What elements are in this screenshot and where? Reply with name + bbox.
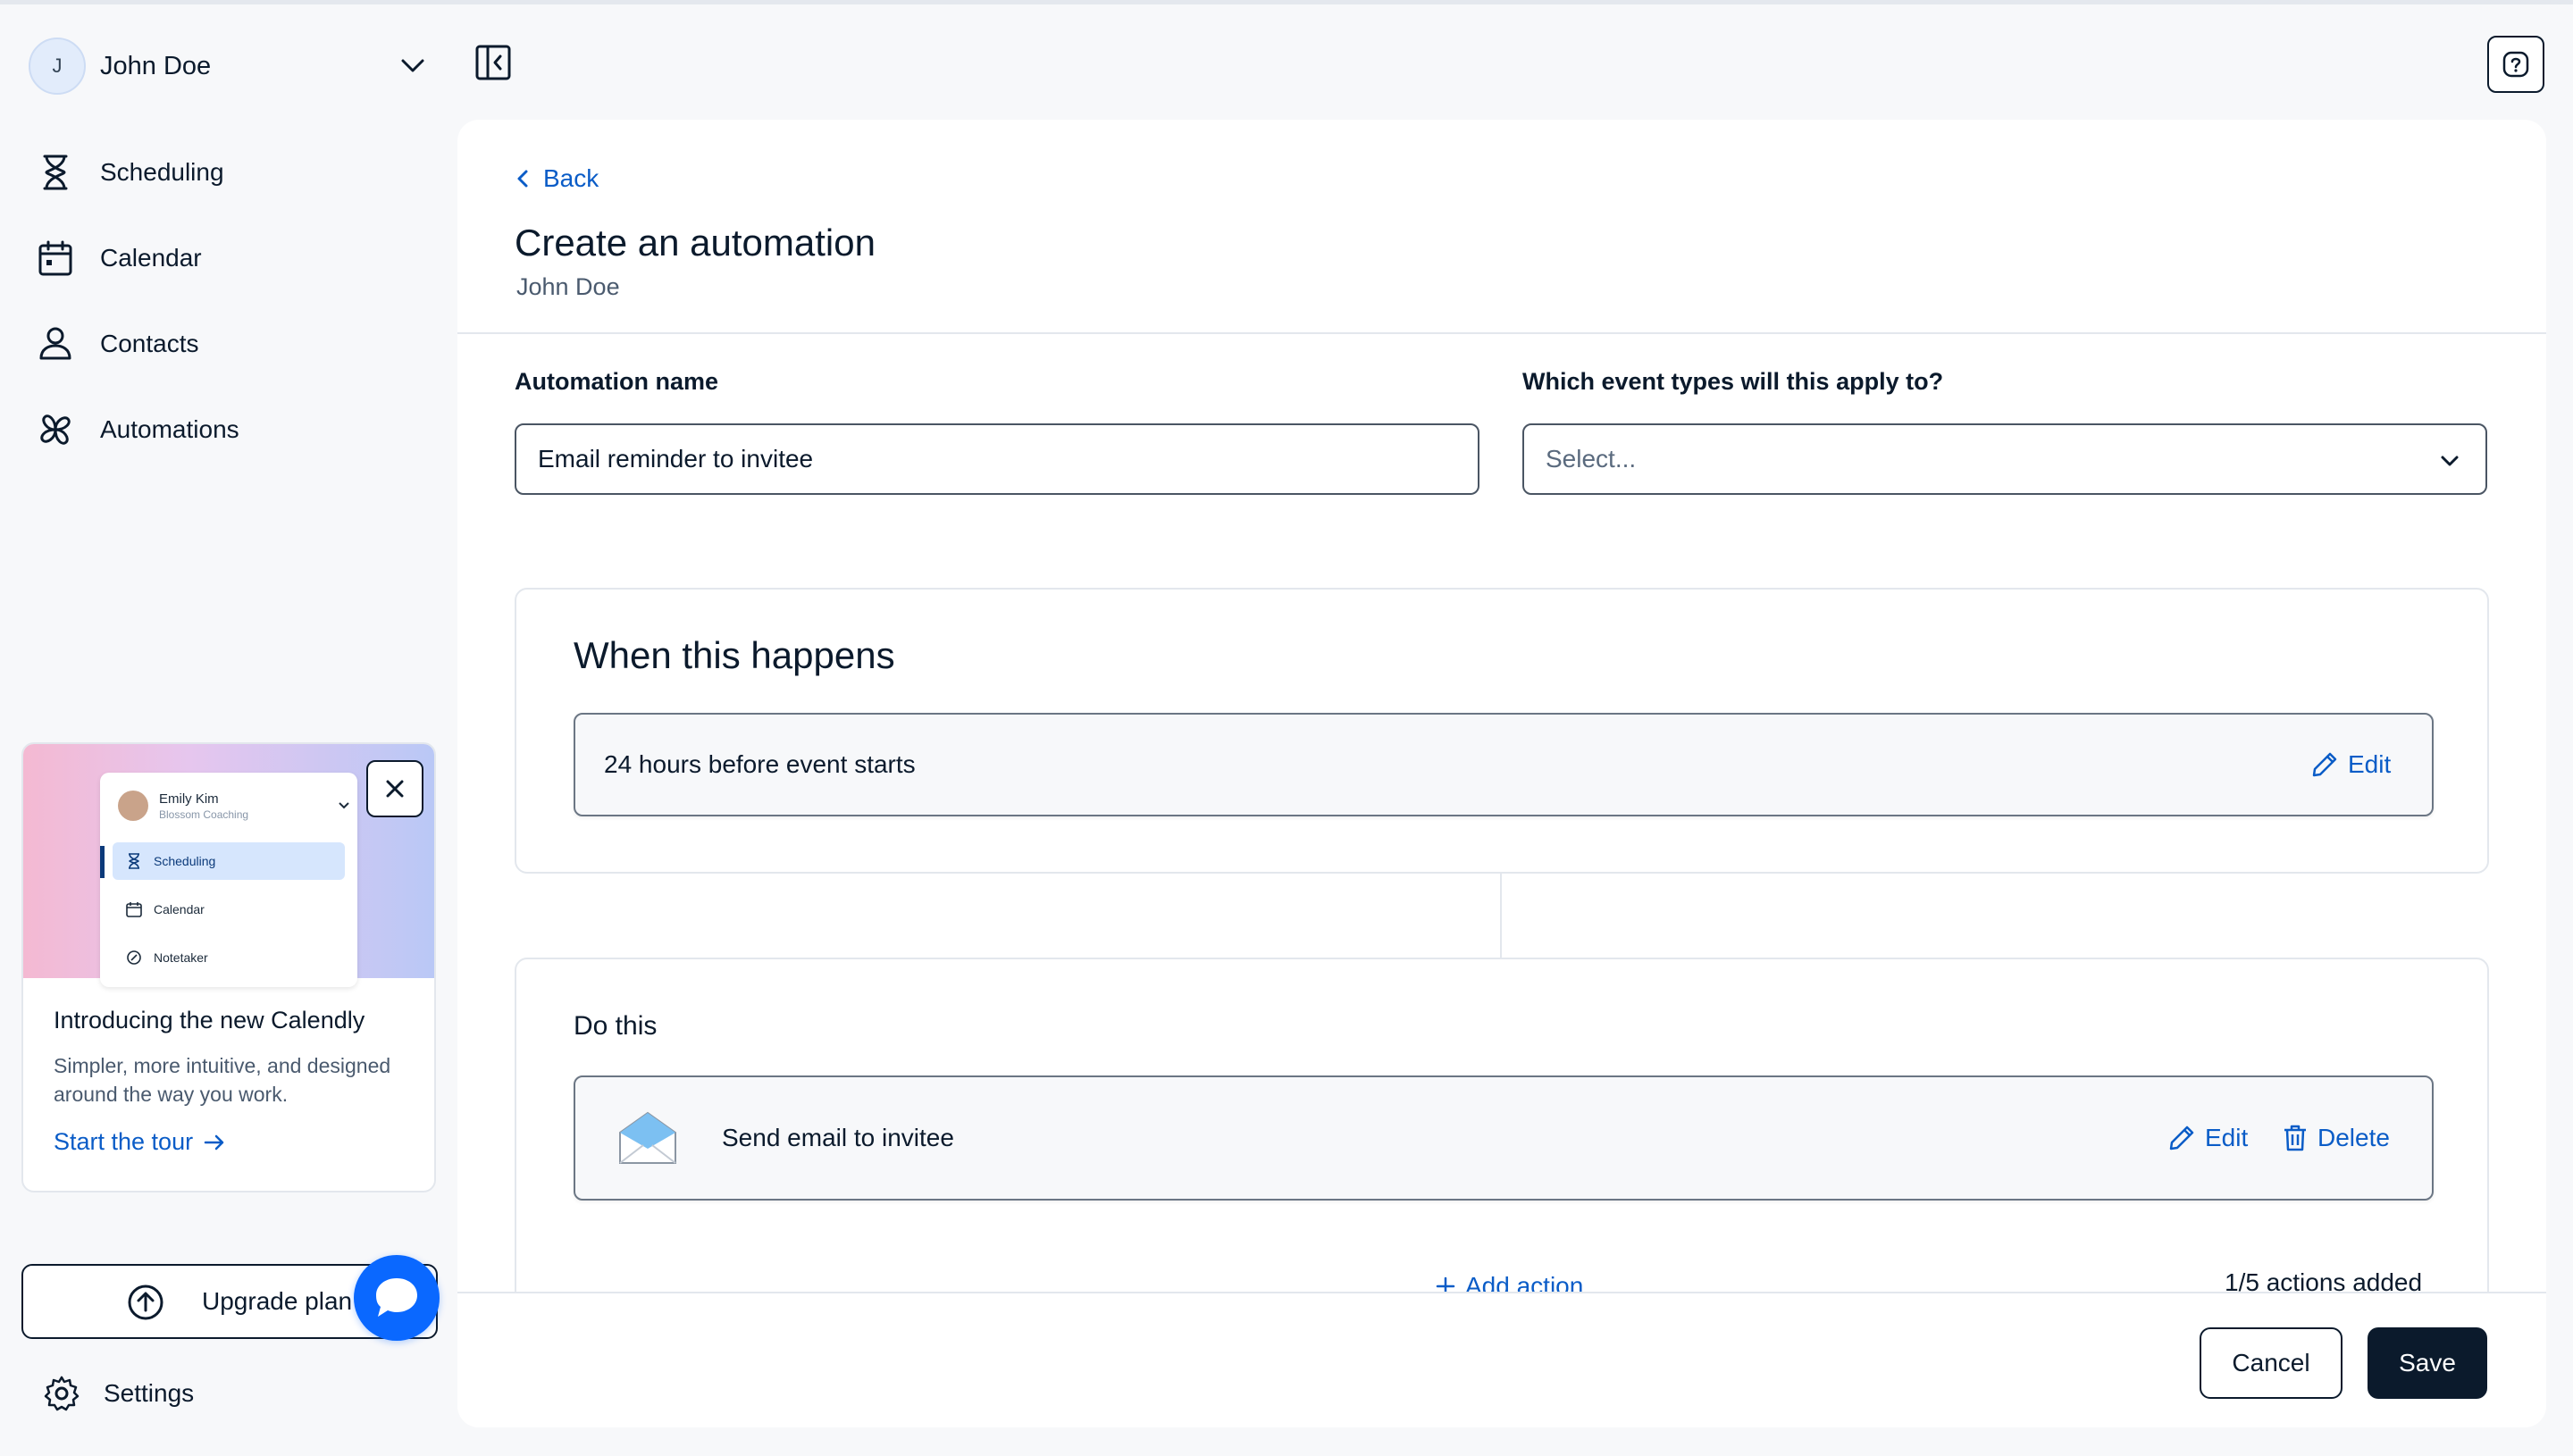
promo-card: Emily Kim Blossom Coaching Scheduling Ca… — [21, 742, 436, 1192]
flow-connector — [1500, 874, 1502, 958]
page-subtitle: John Doe — [516, 273, 620, 300]
action-delete-button[interactable]: Delete — [2282, 1124, 2390, 1152]
promo-hero-image: Emily Kim Blossom Coaching Scheduling Ca… — [23, 744, 434, 987]
chat-widget-button[interactable] — [354, 1255, 440, 1341]
preview-user-name: Emily Kim — [159, 791, 219, 807]
sidebar-item-label: Automations — [100, 415, 239, 443]
preview-item-scheduling: Scheduling — [113, 842, 345, 880]
back-link[interactable]: Back — [516, 164, 599, 193]
user-name: John Doe — [100, 51, 212, 80]
promo-description: Simpler, more intuitive, and designed ar… — [54, 1054, 391, 1106]
help-icon — [2502, 51, 2529, 78]
preview-avatar — [118, 791, 148, 821]
action-edit-button[interactable]: Edit — [2167, 1124, 2248, 1152]
cancel-button[interactable]: Cancel — [2200, 1327, 2343, 1399]
page-header: Back Create an automation John Doe — [457, 120, 2546, 334]
trash-icon — [2284, 1125, 2306, 1151]
action-row: Send email to invitee Edit Delete — [574, 1075, 2434, 1201]
preview-item-notetaker: Notetaker — [113, 939, 345, 976]
preview-item-calendar: Calendar — [113, 891, 345, 928]
calendar-icon — [126, 902, 142, 917]
help-button[interactable] — [2487, 36, 2544, 93]
sidebar-item-scheduling[interactable]: Scheduling — [36, 130, 429, 215]
collapse-sidebar-button[interactable] — [474, 43, 513, 82]
trigger-card: When this happens 24 hours before event … — [515, 588, 2489, 874]
automation-name-input[interactable] — [515, 423, 1479, 495]
promo-preview: Emily Kim Blossom Coaching Scheduling Ca… — [100, 773, 357, 987]
event-types-placeholder: Select... — [1546, 445, 1637, 473]
sidebar-item-calendar[interactable]: Calendar — [36, 215, 429, 301]
gear-icon — [44, 1376, 80, 1411]
preview-active-bar — [100, 846, 105, 878]
automations-icon — [40, 414, 71, 445]
event-types-select[interactable]: Select... — [1522, 423, 2487, 495]
preview-user: Emily Kim Blossom Coaching — [118, 791, 350, 821]
save-button[interactable]: Save — [2368, 1327, 2487, 1399]
arrow-right-icon — [204, 1134, 224, 1150]
chevron-down-icon — [339, 802, 349, 809]
main-panel: Back Create an automation John Doe Autom… — [457, 120, 2546, 1427]
sidebar-item-label: Scheduling — [100, 158, 224, 186]
user-menu[interactable]: J John Doe — [29, 35, 431, 97]
trigger-value: 24 hours before event starts — [604, 750, 916, 778]
sidebar-nav: Scheduling Calendar Contacts Automations — [36, 130, 429, 473]
hourglass-icon — [129, 853, 139, 869]
collapse-sidebar-icon — [475, 45, 511, 80]
upgrade-plan-label: Upgrade plan — [202, 1287, 353, 1315]
pencil-icon — [2312, 752, 2337, 777]
promo-title: Introducing the new Calendly — [54, 1007, 365, 1033]
calendar-icon — [38, 240, 72, 276]
pencil-icon — [2169, 1125, 2194, 1151]
sidebar-item-label: Calendar — [100, 244, 202, 272]
chat-icon — [376, 1278, 417, 1317]
settings-label: Settings — [104, 1379, 195, 1407]
promo-close-button[interactable] — [366, 760, 423, 817]
close-icon — [386, 780, 404, 798]
trigger-title: When this happens — [574, 634, 895, 676]
trigger-row: 24 hours before event starts Edit — [574, 713, 2434, 816]
chevron-left-icon — [517, 170, 528, 188]
upgrade-icon — [128, 1284, 163, 1320]
sidebar-item-contacts[interactable]: Contacts — [36, 301, 429, 387]
preview-user-sub: Blossom Coaching — [159, 807, 249, 821]
start-tour-link[interactable]: Start the tour — [54, 1128, 225, 1156]
sidebar-item-label: Contacts — [100, 330, 199, 357]
automation-name-label: Automation name — [515, 368, 719, 395]
chevron-down-icon — [2441, 456, 2459, 466]
avatar: J — [29, 38, 86, 95]
event-types-label: Which event types will this apply to? — [1522, 368, 1944, 395]
sidebar: J John Doe Scheduling Calendar Contacts … — [0, 4, 456, 1456]
form-footer: Cancel Save — [457, 1292, 2546, 1427]
sidebar-item-automations[interactable]: Automations — [36, 387, 429, 473]
action-label: Send email to invitee — [722, 1124, 954, 1151]
chevron-down-icon — [395, 48, 431, 84]
contacts-icon — [39, 327, 71, 360]
envelope-icon — [619, 1111, 676, 1164]
notetaker-icon — [127, 950, 141, 965]
sidebar-item-settings[interactable]: Settings — [43, 1375, 194, 1412]
page-title: Create an automation — [515, 222, 876, 264]
hourglass-icon — [43, 155, 68, 190]
trigger-edit-button[interactable]: Edit — [2310, 750, 2391, 779]
actions-title: Do this — [574, 1011, 658, 1041]
